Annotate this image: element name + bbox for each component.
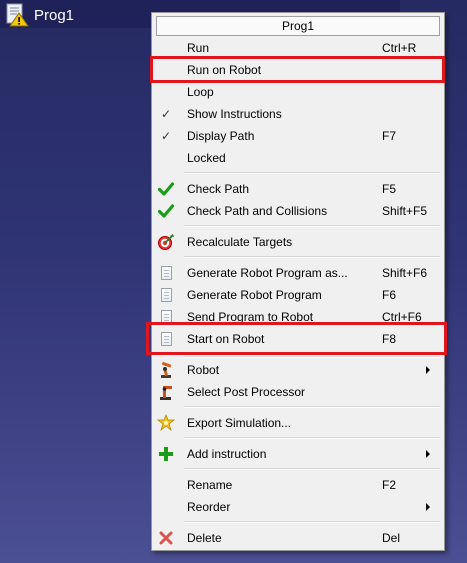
menu-item-label: Reorder bbox=[187, 500, 231, 514]
robot-arm-icon bbox=[157, 383, 175, 401]
menu-item-label: Recalculate Targets bbox=[187, 235, 293, 249]
menu-item-shortcut: Shift+F5 bbox=[382, 204, 428, 218]
plus-icon bbox=[157, 445, 175, 463]
document-icon bbox=[157, 286, 175, 304]
menu-separator bbox=[184, 437, 440, 439]
menu-item-robot[interactable]: Robot bbox=[154, 359, 442, 381]
menu-item-rename[interactable]: Rename F2 bbox=[154, 474, 442, 496]
menu-item-label: Check Path and Collisions bbox=[187, 204, 328, 218]
target-icon bbox=[157, 233, 175, 251]
menu-item-recalculate-targets[interactable]: Recalculate Targets bbox=[154, 231, 442, 253]
menu-separator bbox=[184, 406, 440, 408]
menu-title: Prog1 bbox=[156, 16, 440, 36]
menu-item-label: Rename bbox=[187, 478, 233, 492]
menu-item-shortcut: F8 bbox=[382, 332, 397, 346]
menu-item-label: Run bbox=[187, 41, 210, 55]
menu-item-shortcut: F5 bbox=[382, 182, 397, 196]
menu-item-label: Send Program to Robot bbox=[187, 310, 314, 324]
export-icon bbox=[157, 414, 175, 432]
menu-item-generate-program[interactable]: Generate Robot Program F6 bbox=[154, 284, 442, 306]
robot-icon bbox=[157, 361, 175, 379]
menu-item-shortcut: F7 bbox=[382, 129, 397, 143]
menu-item-label: Start on Robot bbox=[187, 332, 265, 346]
document-icon bbox=[157, 264, 175, 282]
menu-item-label: Select Post Processor bbox=[187, 385, 306, 399]
menu-item-add-instruction[interactable]: Add instruction bbox=[154, 443, 442, 465]
menu-item-start-on-robot[interactable]: Start on Robot F8 bbox=[154, 328, 442, 350]
checkmark-icon: ✓ bbox=[160, 107, 172, 121]
menu-item-check-path[interactable]: Check Path F5 bbox=[154, 178, 442, 200]
menu-item-label: Robot bbox=[187, 363, 220, 377]
menu-item-label: Loop bbox=[187, 85, 214, 99]
menu-item-run-on-robot[interactable]: Run on Robot bbox=[154, 59, 442, 81]
menu-separator bbox=[184, 256, 440, 258]
menu-item-check-path-collisions[interactable]: Check Path and Collisions Shift+F5 bbox=[154, 200, 442, 222]
menu-item-label: Generate Robot Program as... bbox=[187, 266, 348, 280]
menu-item-locked[interactable]: Locked bbox=[154, 147, 442, 169]
menu-item-show-instructions[interactable]: ✓ Show Instructions bbox=[154, 103, 442, 125]
menu-separator bbox=[184, 521, 440, 523]
menu-item-label: Generate Robot Program bbox=[187, 288, 322, 302]
document-icon bbox=[157, 330, 175, 348]
menu-item-label: Delete bbox=[187, 531, 222, 545]
menu-item-label: Locked bbox=[187, 151, 226, 165]
menu-item-loop[interactable]: Loop bbox=[154, 81, 442, 103]
menu-separator bbox=[184, 468, 440, 470]
context-menu: Prog1 Run Ctrl+R Run on Robot Loop ✓ Sho… bbox=[151, 12, 445, 551]
menu-item-display-path[interactable]: ✓ Display Path F7 bbox=[154, 125, 442, 147]
menu-item-reorder[interactable]: Reorder bbox=[154, 496, 442, 518]
menu-item-delete[interactable]: Delete Del bbox=[154, 527, 442, 549]
menu-item-shortcut: Ctrl+F6 bbox=[382, 310, 422, 324]
menu-separator bbox=[184, 172, 440, 174]
menu-item-label: Export Simulation... bbox=[187, 416, 292, 430]
tree-item-label: Prog1 bbox=[34, 6, 75, 24]
menu-separator bbox=[184, 356, 440, 358]
menu-item-label: Check Path bbox=[187, 182, 250, 196]
menu-item-generate-program-as[interactable]: Generate Robot Program as... Shift+F6 bbox=[154, 262, 442, 284]
menu-item-send-program[interactable]: Send Program to Robot Ctrl+F6 bbox=[154, 306, 442, 328]
menu-item-run[interactable]: Run Ctrl+R bbox=[154, 37, 442, 59]
menu-item-shortcut: F2 bbox=[382, 478, 397, 492]
green-check-icon bbox=[157, 180, 175, 198]
menu-item-label: Run on Robot bbox=[187, 63, 262, 77]
program-warning-icon bbox=[4, 3, 30, 27]
submenu-arrow-icon bbox=[426, 503, 430, 511]
checkmark-icon: ✓ bbox=[160, 129, 172, 143]
tree-item-prog1[interactable]: Prog1 bbox=[4, 3, 74, 27]
submenu-arrow-icon bbox=[426, 366, 430, 374]
green-check-icon bbox=[157, 202, 175, 220]
menu-item-label: Show Instructions bbox=[187, 107, 282, 121]
menu-item-shortcut: F6 bbox=[382, 288, 397, 302]
submenu-arrow-icon bbox=[426, 450, 430, 458]
menu-item-shortcut: Shift+F6 bbox=[382, 266, 428, 280]
menu-item-select-post-processor[interactable]: Select Post Processor bbox=[154, 381, 442, 403]
menu-separator bbox=[184, 225, 440, 227]
menu-item-label: Add instruction bbox=[187, 447, 267, 461]
menu-item-export-simulation[interactable]: Export Simulation... bbox=[154, 412, 442, 434]
document-icon bbox=[157, 308, 175, 326]
menu-item-shortcut: Ctrl+R bbox=[382, 41, 417, 55]
delete-icon bbox=[157, 529, 175, 547]
menu-item-shortcut: Del bbox=[382, 531, 401, 545]
menu-item-label: Display Path bbox=[187, 129, 255, 143]
